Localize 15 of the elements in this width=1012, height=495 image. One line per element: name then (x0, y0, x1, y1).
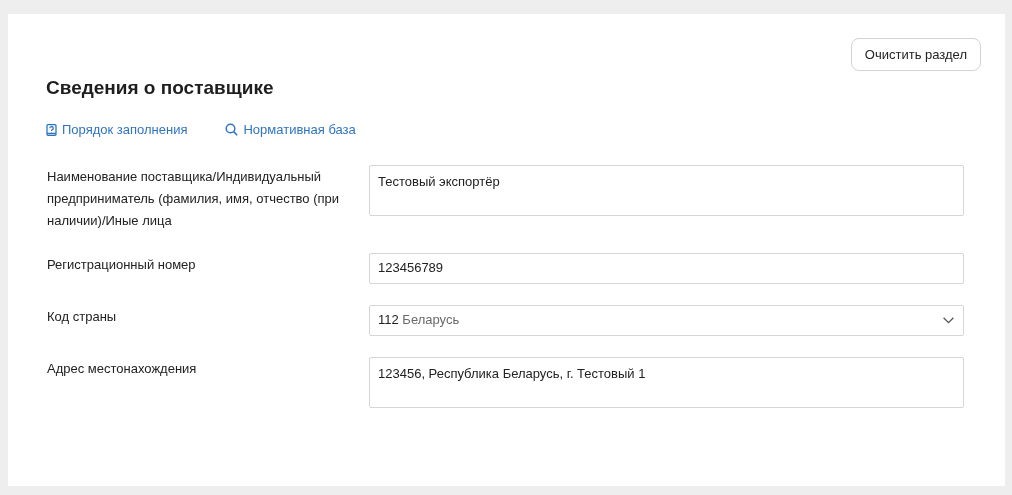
field-label: Регистрационный номер (47, 255, 197, 274)
text-area[interactable]: Тестовый экспортёр (369, 164, 964, 216)
book-icon (46, 123, 57, 136)
link[interactable]: Порядок заполнения (62, 120, 188, 140)
search-icon (225, 123, 239, 137)
chevron-down-icon (943, 316, 954, 324)
field-label: Наименование поставщика/Индивидуальный предприниматель (фамилия, имя, отчество (при наличии)/Иные лица (47, 167, 341, 230)
section-title: Сведения о поставщике (46, 76, 275, 100)
field-label: Код страны (47, 307, 118, 326)
input-field[interactable]: 123456789 (369, 252, 964, 284)
field-label: Адрес местонахождения (47, 359, 198, 378)
country-dropdown[interactable]: 112 Беларусь (369, 304, 964, 336)
clear-section-button[interactable]: Очистить раздел (850, 38, 981, 71)
link[interactable]: Нормативная база (243, 120, 356, 140)
text-area[interactable]: 123456, Республика Беларусь, г. Тестовый 1 (369, 356, 964, 408)
